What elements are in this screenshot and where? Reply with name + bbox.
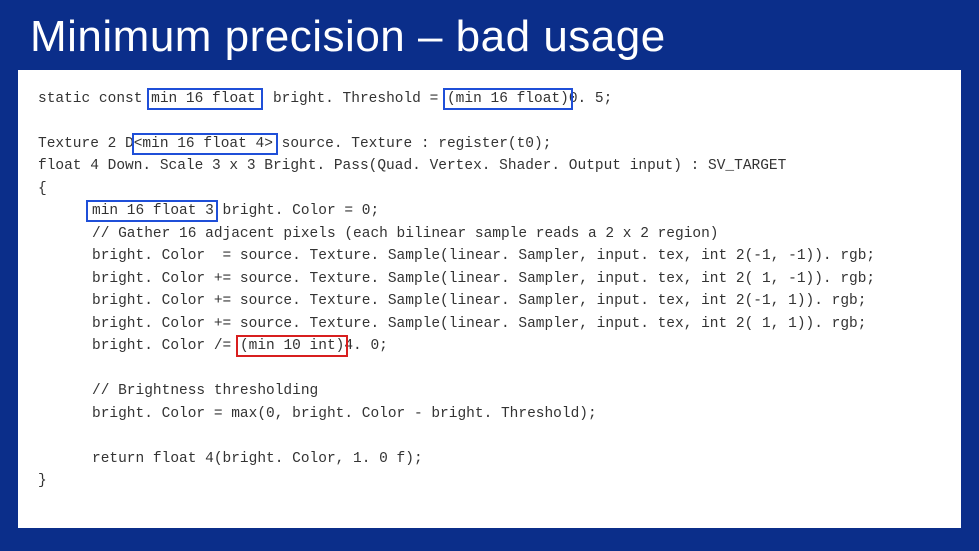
code-line: { xyxy=(38,178,941,200)
code-text: static const xyxy=(38,91,151,107)
code-line: // Gather 16 adjacent pixels (each bilin… xyxy=(38,223,941,245)
highlight-text: <min 16 float 4> xyxy=(134,136,273,152)
code-blank xyxy=(38,110,941,132)
highlight-text: (min 10 int) xyxy=(240,338,344,354)
code-text: bright. Color /= xyxy=(92,338,240,354)
code-blank xyxy=(38,425,941,447)
code-text: source. Texture : register(t0); xyxy=(273,136,551,152)
code-line: bright. Color += source. Texture. Sample… xyxy=(38,290,941,312)
slide-title: Minimum precision – bad usage xyxy=(0,0,979,70)
code-line: bright. Color = max(0, bright. Color - b… xyxy=(38,403,941,425)
code-line: return float 4(bright. Color, 1. 0 f); xyxy=(38,448,941,470)
code-line: bright. Color += source. Texture. Sample… xyxy=(38,268,941,290)
code-text: 4. 0; xyxy=(344,338,388,354)
code-line: // Brightness thresholding xyxy=(38,380,941,402)
code-line: bright. Color /= (min 10 int)4. 0; xyxy=(38,335,941,357)
highlight-text: min 16 float 3 xyxy=(92,203,214,219)
code-text: Texture 2 D xyxy=(38,136,134,152)
code-text: 0. 5; xyxy=(569,91,613,107)
code-line: bright. Color += source. Texture. Sample… xyxy=(38,313,941,335)
highlight-text: min 16 float xyxy=(151,91,255,107)
code-line: Texture 2 D<min 16 float 4> source. Text… xyxy=(38,133,941,155)
code-blank xyxy=(38,358,941,380)
code-panel: static const min 16 float bright. Thresh… xyxy=(18,70,961,528)
code-line: min 16 float 3 bright. Color = 0; xyxy=(38,200,941,222)
code-line: bright. Color = source. Texture. Sample(… xyxy=(38,245,941,267)
code-text: bright. Color = 0; xyxy=(214,203,379,219)
code-line: float 4 Down. Scale 3 x 3 Bright. Pass(Q… xyxy=(38,155,941,177)
code-line: } xyxy=(38,470,941,492)
code-text: bright. Threshold = xyxy=(256,91,447,107)
code-line: static const min 16 float bright. Thresh… xyxy=(38,88,941,110)
highlight-text: (min 16 float) xyxy=(447,91,569,107)
